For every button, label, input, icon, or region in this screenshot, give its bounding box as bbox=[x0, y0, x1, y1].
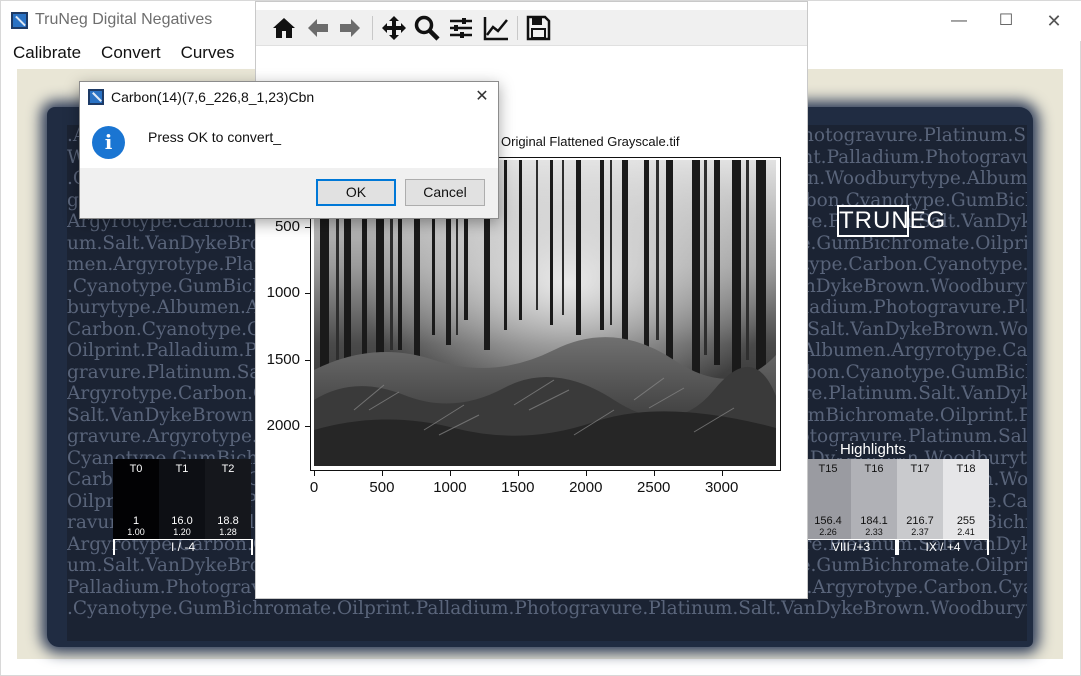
y-tick bbox=[305, 226, 310, 228]
dialog-title-bar: Carbon(14)(7,6_226,8_1,23)Cbn ✕ bbox=[80, 82, 498, 112]
truneg-logo: TRUNEG bbox=[837, 205, 945, 237]
step-value: 18.8 bbox=[217, 515, 239, 527]
zoom-button[interactable] bbox=[413, 14, 441, 42]
x-tick-label: 1500 bbox=[501, 479, 535, 496]
step-tablet-left: T0 1 1.00 T1 16.0 1.20 T2 18.8 1.28 bbox=[113, 459, 251, 539]
zone-label: VIII /+3 bbox=[805, 539, 897, 555]
x-tick bbox=[314, 471, 315, 476]
x-tick bbox=[381, 471, 383, 476]
plot-toolbar bbox=[256, 10, 807, 46]
step-density: 2.41 bbox=[957, 527, 975, 537]
step-name: T18 bbox=[956, 463, 976, 475]
step-name: T15 bbox=[818, 463, 838, 475]
dialog-close-button[interactable]: ✕ bbox=[470, 86, 494, 108]
step-density: 2.33 bbox=[865, 527, 883, 537]
x-tick bbox=[585, 471, 587, 476]
y-tick bbox=[305, 426, 310, 428]
step-value: 16.0 bbox=[171, 515, 193, 527]
zone-scale-right: VIII /+3 IX / +4 bbox=[805, 539, 989, 557]
step-name: T17 bbox=[910, 463, 930, 475]
step-density: 1.20 bbox=[173, 527, 191, 537]
y-tick-label: 1000 bbox=[266, 284, 300, 302]
step-value: 216.7 bbox=[906, 515, 934, 527]
y-tick bbox=[305, 293, 310, 295]
edit-curve-button[interactable] bbox=[482, 14, 510, 42]
highlights-label: Highlights bbox=[837, 441, 909, 458]
y-tick-label: 500 bbox=[274, 217, 300, 235]
step-name: T1 bbox=[175, 463, 189, 475]
step-patch: T18 255 2.41 bbox=[943, 459, 989, 539]
step-value: 184.1 bbox=[860, 515, 888, 527]
step-density: 1.28 bbox=[219, 527, 237, 537]
home-icon bbox=[273, 18, 295, 38]
step-patch: T15 156.4 2.26 bbox=[805, 459, 851, 539]
app-window: TruNeg Digital Negatives — ☐ ✕ Calibrate… bbox=[0, 0, 1081, 676]
toolbar-separator bbox=[372, 16, 373, 40]
step-patch: T0 1 1.00 bbox=[113, 459, 159, 539]
cancel-button[interactable]: Cancel bbox=[405, 179, 485, 206]
x-tick-label: 3000 bbox=[704, 479, 739, 496]
move-icon bbox=[382, 16, 406, 40]
save-button[interactable] bbox=[524, 14, 552, 42]
arrow-right-icon bbox=[340, 19, 360, 37]
step-patch: T16 184.1 2.33 bbox=[851, 459, 897, 539]
x-tick bbox=[653, 471, 655, 476]
forward-button[interactable] bbox=[336, 14, 364, 42]
app-logo-icon bbox=[88, 89, 104, 105]
minimize-button[interactable]: — bbox=[939, 7, 979, 35]
step-patch: T2 18.8 1.28 bbox=[205, 459, 251, 539]
y-tick-label: 2000 bbox=[266, 417, 300, 435]
home-button[interactable] bbox=[270, 14, 298, 42]
step-value: 1 bbox=[132, 515, 140, 527]
ok-button[interactable]: OK bbox=[316, 179, 396, 206]
y-tick bbox=[305, 359, 310, 361]
step-density: 2.26 bbox=[819, 527, 837, 537]
dialog-message: Press OK to convert_ bbox=[148, 129, 282, 145]
dialog-footer: OK Cancel bbox=[80, 168, 498, 218]
x-tick-label: 500 bbox=[369, 479, 395, 496]
zone-label: IX / +4 bbox=[897, 539, 989, 555]
dialog-title: Carbon(14)(7,6_226,8_1,23)Cbn bbox=[111, 89, 315, 105]
arrow-left-icon bbox=[308, 19, 328, 37]
zone-label: I / -4 bbox=[113, 539, 253, 555]
convert-dialog: Carbon(14)(7,6_226,8_1,23)Cbn ✕ i Press … bbox=[79, 81, 499, 219]
menu-curves[interactable]: Curves bbox=[169, 41, 243, 67]
step-density: 2.37 bbox=[911, 527, 929, 537]
step-name: T2 bbox=[221, 463, 235, 475]
menu-bar: Calibrate Convert Curves bbox=[1, 41, 242, 67]
x-tick-label: 2500 bbox=[637, 479, 671, 496]
x-tick-label: 0 bbox=[309, 479, 319, 496]
step-value: 156.4 bbox=[814, 515, 842, 527]
close-button[interactable]: ✕ bbox=[1034, 7, 1074, 35]
magnifier-icon bbox=[414, 15, 440, 41]
toolbar-separator bbox=[517, 16, 518, 40]
x-tick-label: 2000 bbox=[569, 479, 603, 496]
step-tablet-right: T15 156.4 2.26 T16 184.1 2.33 T17 216.7 2.37 T18 2… bbox=[805, 459, 989, 539]
step-patch: T1 16.0 1.20 bbox=[159, 459, 205, 539]
info-icon: i bbox=[92, 126, 125, 159]
step-density: 1.00 bbox=[127, 527, 145, 537]
menu-calibrate[interactable]: Calibrate bbox=[1, 41, 89, 67]
app-logo-icon bbox=[11, 12, 28, 29]
configure-button[interactable] bbox=[447, 14, 475, 42]
x-tick bbox=[449, 471, 451, 476]
step-patch: T17 216.7 2.37 bbox=[897, 459, 943, 539]
step-name: T0 bbox=[129, 463, 143, 475]
window-title: TruNeg Digital Negatives bbox=[35, 11, 213, 28]
floppy-disk-icon bbox=[526, 15, 551, 41]
step-value: 255 bbox=[956, 515, 976, 527]
x-tick bbox=[517, 471, 519, 476]
back-button[interactable] bbox=[304, 14, 332, 42]
step-name: T16 bbox=[864, 463, 884, 475]
plot-title: Original Flattened Grayscale.tif bbox=[501, 134, 680, 149]
x-tick-label: 1000 bbox=[433, 479, 467, 496]
x-tick bbox=[721, 471, 723, 476]
pan-button[interactable] bbox=[380, 14, 408, 42]
maximize-button[interactable]: ☐ bbox=[986, 7, 1026, 35]
sliders-icon bbox=[450, 18, 472, 38]
texture-line: .Cyanotype.GumBichromate.Oilprint.Pallad… bbox=[67, 598, 1027, 619]
line-chart-icon bbox=[483, 17, 508, 41]
y-tick-label: 1500 bbox=[266, 350, 300, 368]
menu-convert[interactable]: Convert bbox=[89, 41, 169, 67]
